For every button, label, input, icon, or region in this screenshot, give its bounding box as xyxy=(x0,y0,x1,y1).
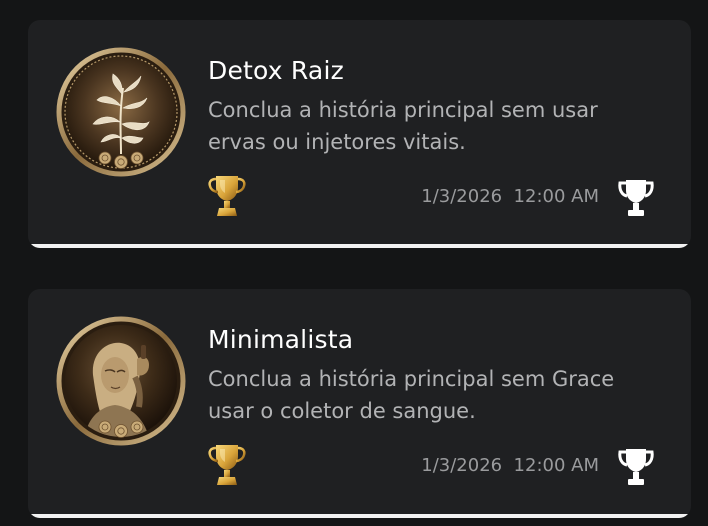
trophy-icon xyxy=(618,180,654,216)
trophy-card-minimalista[interactable]: Minimalista Conclua a história principal… xyxy=(28,289,691,518)
gold-trophy-icon xyxy=(208,176,246,216)
gold-trophy-icon xyxy=(208,445,246,485)
trophy-title: Detox Raiz xyxy=(208,56,344,85)
trophy-title: Minimalista xyxy=(208,325,354,354)
trophy-icon xyxy=(618,449,654,485)
card-divider xyxy=(28,514,691,518)
card-divider xyxy=(28,244,691,248)
trophy-medal-herb-icon xyxy=(56,47,186,177)
unlock-date: 1/3/2026 12:00 AM xyxy=(421,455,599,476)
trophy-list: Detox Raiz Conclua a história principal … xyxy=(0,0,708,526)
unlock-date: 1/3/2026 12:00 AM xyxy=(421,186,599,207)
trophy-description: Conclua a história principal sem usar er… xyxy=(208,98,598,154)
trophy-medal-portrait-icon xyxy=(56,316,186,446)
trophy-description: Conclua a história principal sem Grace u… xyxy=(208,367,615,423)
trophy-card-detox-raiz[interactable]: Detox Raiz Conclua a história principal … xyxy=(28,20,691,248)
